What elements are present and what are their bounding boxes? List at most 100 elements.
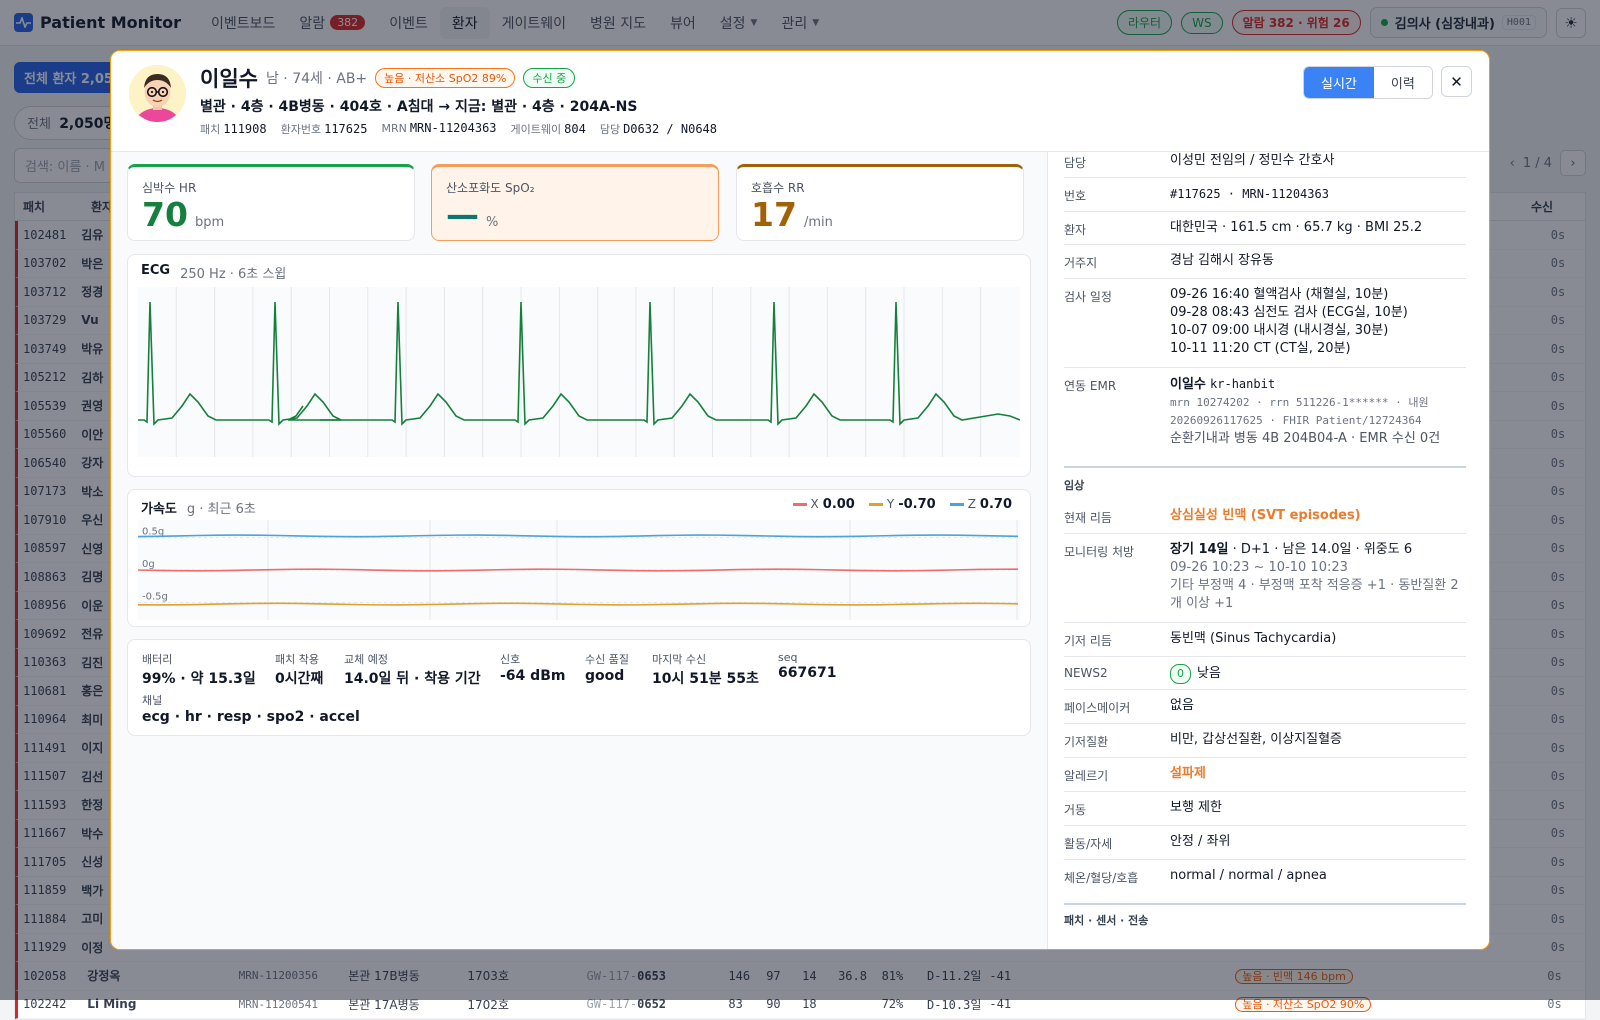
order-range: 09-26 10:23 ~ 10-10 10:23 [1170, 560, 1348, 575]
live-panel: 심박수 HR 70 bpm 산소포화도 SpO₂ —% 호흡수 RR 17/min… [111, 152, 1048, 949]
accel-tick-label: -0.5g [142, 592, 168, 603]
exam-item: 09-28 08:43 심전도 검사 (ECG실, 10분) [1170, 305, 1408, 320]
info-key: 현재 리듬 [1064, 511, 1112, 525]
history-tab[interactable]: 이력 [1373, 67, 1432, 98]
id-gateway: 게이트웨이 804 [511, 121, 586, 137]
section-divider [1064, 466, 1466, 468]
order-type: 장기 14일 [1170, 542, 1229, 557]
ecg-card: ECG 250 Hz · 6초 스윕 [127, 254, 1031, 477]
exam-item: 09-26 16:40 혈액검사 (채혈실, 10분) [1170, 287, 1389, 302]
info-pacemaker: 페이스메이커 없음 [1064, 690, 1466, 724]
info-key: NEWS2 [1064, 666, 1108, 680]
info-value: 설파제 [1170, 766, 1206, 781]
legend-y: Y -0.70 [868, 497, 936, 512]
accel-tick-label: 0g [142, 559, 155, 570]
accel-title: 가속도 g · 최근 6초 [141, 498, 256, 517]
ecg-subtitle: 250 Hz · 6초 스윕 [180, 267, 287, 282]
legend-y-name: Y [886, 497, 895, 511]
info-value: 안정 / 좌위 [1170, 834, 1231, 849]
ecg-waveform [138, 287, 1020, 457]
info-patient: 환자 대한민국 · 161.5 cm · 65.7 kg · BMI 25.2 [1064, 212, 1466, 245]
hr-value: 70 [142, 195, 188, 234]
stat-value: 99% · 약 15.3일 [142, 671, 256, 687]
stat-value: good [585, 668, 625, 684]
info-temp: 체온/혈당/호흡 normal / normal / apnea [1064, 860, 1466, 894]
signal-stat: 신호 -64 dBm [500, 651, 565, 684]
quality-stat: 수신 품질 good [585, 651, 629, 684]
info-key: 검사 일정 [1064, 290, 1112, 304]
info-key: 연동 EMR [1064, 379, 1117, 393]
legend-z-name: Z [967, 497, 976, 511]
battery-stat: 배터리 99% · 약 15.3일 [142, 651, 256, 688]
info-key: 모니터링 처방 [1064, 545, 1135, 559]
patient-ids: 패치 111908 환자번호 117625 MRN MRN-11204363 게이트웨… [200, 121, 717, 137]
info-activity: 활동/자세 안정 / 좌위 [1064, 826, 1466, 860]
exam-item: 10-07 09:00 내시경 (내시경실, 30분) [1170, 323, 1389, 338]
legend-z: Z 0.70 [949, 497, 1012, 512]
hr-unit: bpm [194, 215, 225, 230]
legend-x-name: X [810, 497, 819, 511]
info-value: #117625 · MRN-11204363 [1170, 187, 1329, 201]
stat-value: ecg · hr · resp · spo2 · accel [142, 709, 360, 725]
info-comorbid: 기저질환 비만, 갑상선질환, 이상지질혈증 [1064, 724, 1466, 758]
news2-score-badge: 0 [1170, 664, 1191, 684]
sensor-section-title: 패치 · 센서 · 전송 [1064, 914, 1149, 927]
stat-value: 10시 51분 55초 [652, 671, 759, 687]
stat-value: 667671 [778, 665, 837, 681]
stat-key: 배터리 [142, 653, 173, 666]
device-status-card: 배터리 99% · 약 15.3일 패치 착용 0시간째 교체 예정 14.0일 뒤 … [127, 639, 1031, 736]
patient-name-line: 이일수 남 · 74세 · AB+ 높음 · 저산소 SpO2 89% 수신 중 [200, 63, 576, 93]
close-icon[interactable]: ✕ [1441, 66, 1472, 97]
info-key: 체온/혈당/호흡 [1064, 871, 1139, 885]
id-value: 111908 [223, 122, 267, 136]
replace-stat: 교체 예정 14.0일 뒤 · 착용 기간 [344, 651, 481, 688]
alert-level-badge: 높음 · 저산소 SpO2 89% [375, 68, 516, 88]
info-news2: NEWS2 0 낮음 [1064, 657, 1466, 690]
info-value: 보행 제한 [1170, 800, 1222, 815]
stat-value: 0시간째 [275, 671, 324, 687]
patient-info-panel: 담당 이성민 전임의 / 정민수 간호사 번호 #117625 · MRN-1120… [1048, 152, 1489, 949]
section-divider [1064, 903, 1466, 905]
order-note: 기타 부정맥 4 · 부정맥 포착 적응증 +1 · 동반질환 2개 이상 +1 [1170, 578, 1459, 611]
info-value: 이성민 전임의 / 정민수 간호사 [1170, 153, 1335, 168]
info-key: 활동/자세 [1064, 837, 1113, 851]
legend-z-value: 0.70 [979, 497, 1012, 512]
stat-key: 채널 [142, 694, 163, 707]
info-key: 페이스메이커 [1064, 701, 1131, 715]
order-block: 장기 14일 · D+1 · 남은 14.0일 · 위중도 6 09-26 10… [1170, 541, 1466, 622]
spo2-value-row: —% [446, 196, 704, 242]
patient-detail-modal: 이일수 남 · 74세 · AB+ 높음 · 저산소 SpO2 89% 수신 중… [110, 50, 1490, 950]
news2-value: 0 낮음 [1170, 664, 1466, 689]
emr-line: 순환기내과 병동 4B 204B04-A · EMR 수신 0건 [1170, 431, 1441, 446]
spo2-label: 산소포화도 SpO₂ [446, 181, 535, 195]
clinical-section-title: 임상 [1064, 479, 1085, 492]
realtime-tab[interactable]: 실시간 [1304, 67, 1374, 98]
exam-item: 10-11 11:20 CT (CT실, 20분) [1170, 341, 1351, 356]
info-value: 대한민국 · 161.5 cm · 65.7 kg · BMI 25.2 [1170, 220, 1423, 235]
seq-stat: seq 667671 [778, 651, 836, 681]
id-key: 패치 [200, 123, 221, 136]
info-key: 번호 [1064, 189, 1087, 203]
info-key: 기저질환 [1064, 735, 1109, 749]
emr-line: mrn 10274202 · rrn 511226-1****** · 내원 [1170, 396, 1429, 409]
info-key: 거주지 [1064, 256, 1098, 270]
rr-value-row: 17/min [751, 196, 1009, 242]
info-staff: 담당 이성민 전임의 / 정민수 간호사 [1064, 152, 1466, 178]
id-key: 환자번호 [280, 123, 322, 136]
id-key: 게이트웨이 [510, 123, 562, 136]
info-value: 동빈맥 (Sinus Tachycardia) [1170, 631, 1337, 646]
stat-key: 마지막 수신 [652, 653, 707, 666]
id-patch: 패치 111908 [200, 121, 267, 137]
id-mrn: MRN MRN-11204363 [381, 121, 496, 137]
id-value: MRN-11204363 [409, 121, 497, 135]
order-detail: · D+1 · 남은 14.0일 · 위중도 6 [1228, 542, 1413, 557]
info-emr: 연동 EMR 이일수 kr-hanbit mrn 10274202 · rrn … [1064, 368, 1466, 458]
info-number: 번호 #117625 · MRN-11204363 [1064, 178, 1466, 212]
emr-block: 이일수 kr-hanbit mrn 10274202 · rrn 511226-… [1170, 375, 1466, 458]
info-rhythm: 현재 리듬 상심실성 빈맥 (SVT episodes) [1064, 500, 1466, 534]
legend-y-value: -0.70 [898, 497, 936, 512]
receiving-status-badge: 수신 중 [523, 68, 576, 88]
info-exams: 검사 일정 09-26 16:40 혈액검사 (채혈실, 10분) 09-28 … [1064, 279, 1466, 368]
accel-title-text: 가속도 [141, 502, 177, 517]
stat-key: 교체 예정 [344, 653, 388, 666]
